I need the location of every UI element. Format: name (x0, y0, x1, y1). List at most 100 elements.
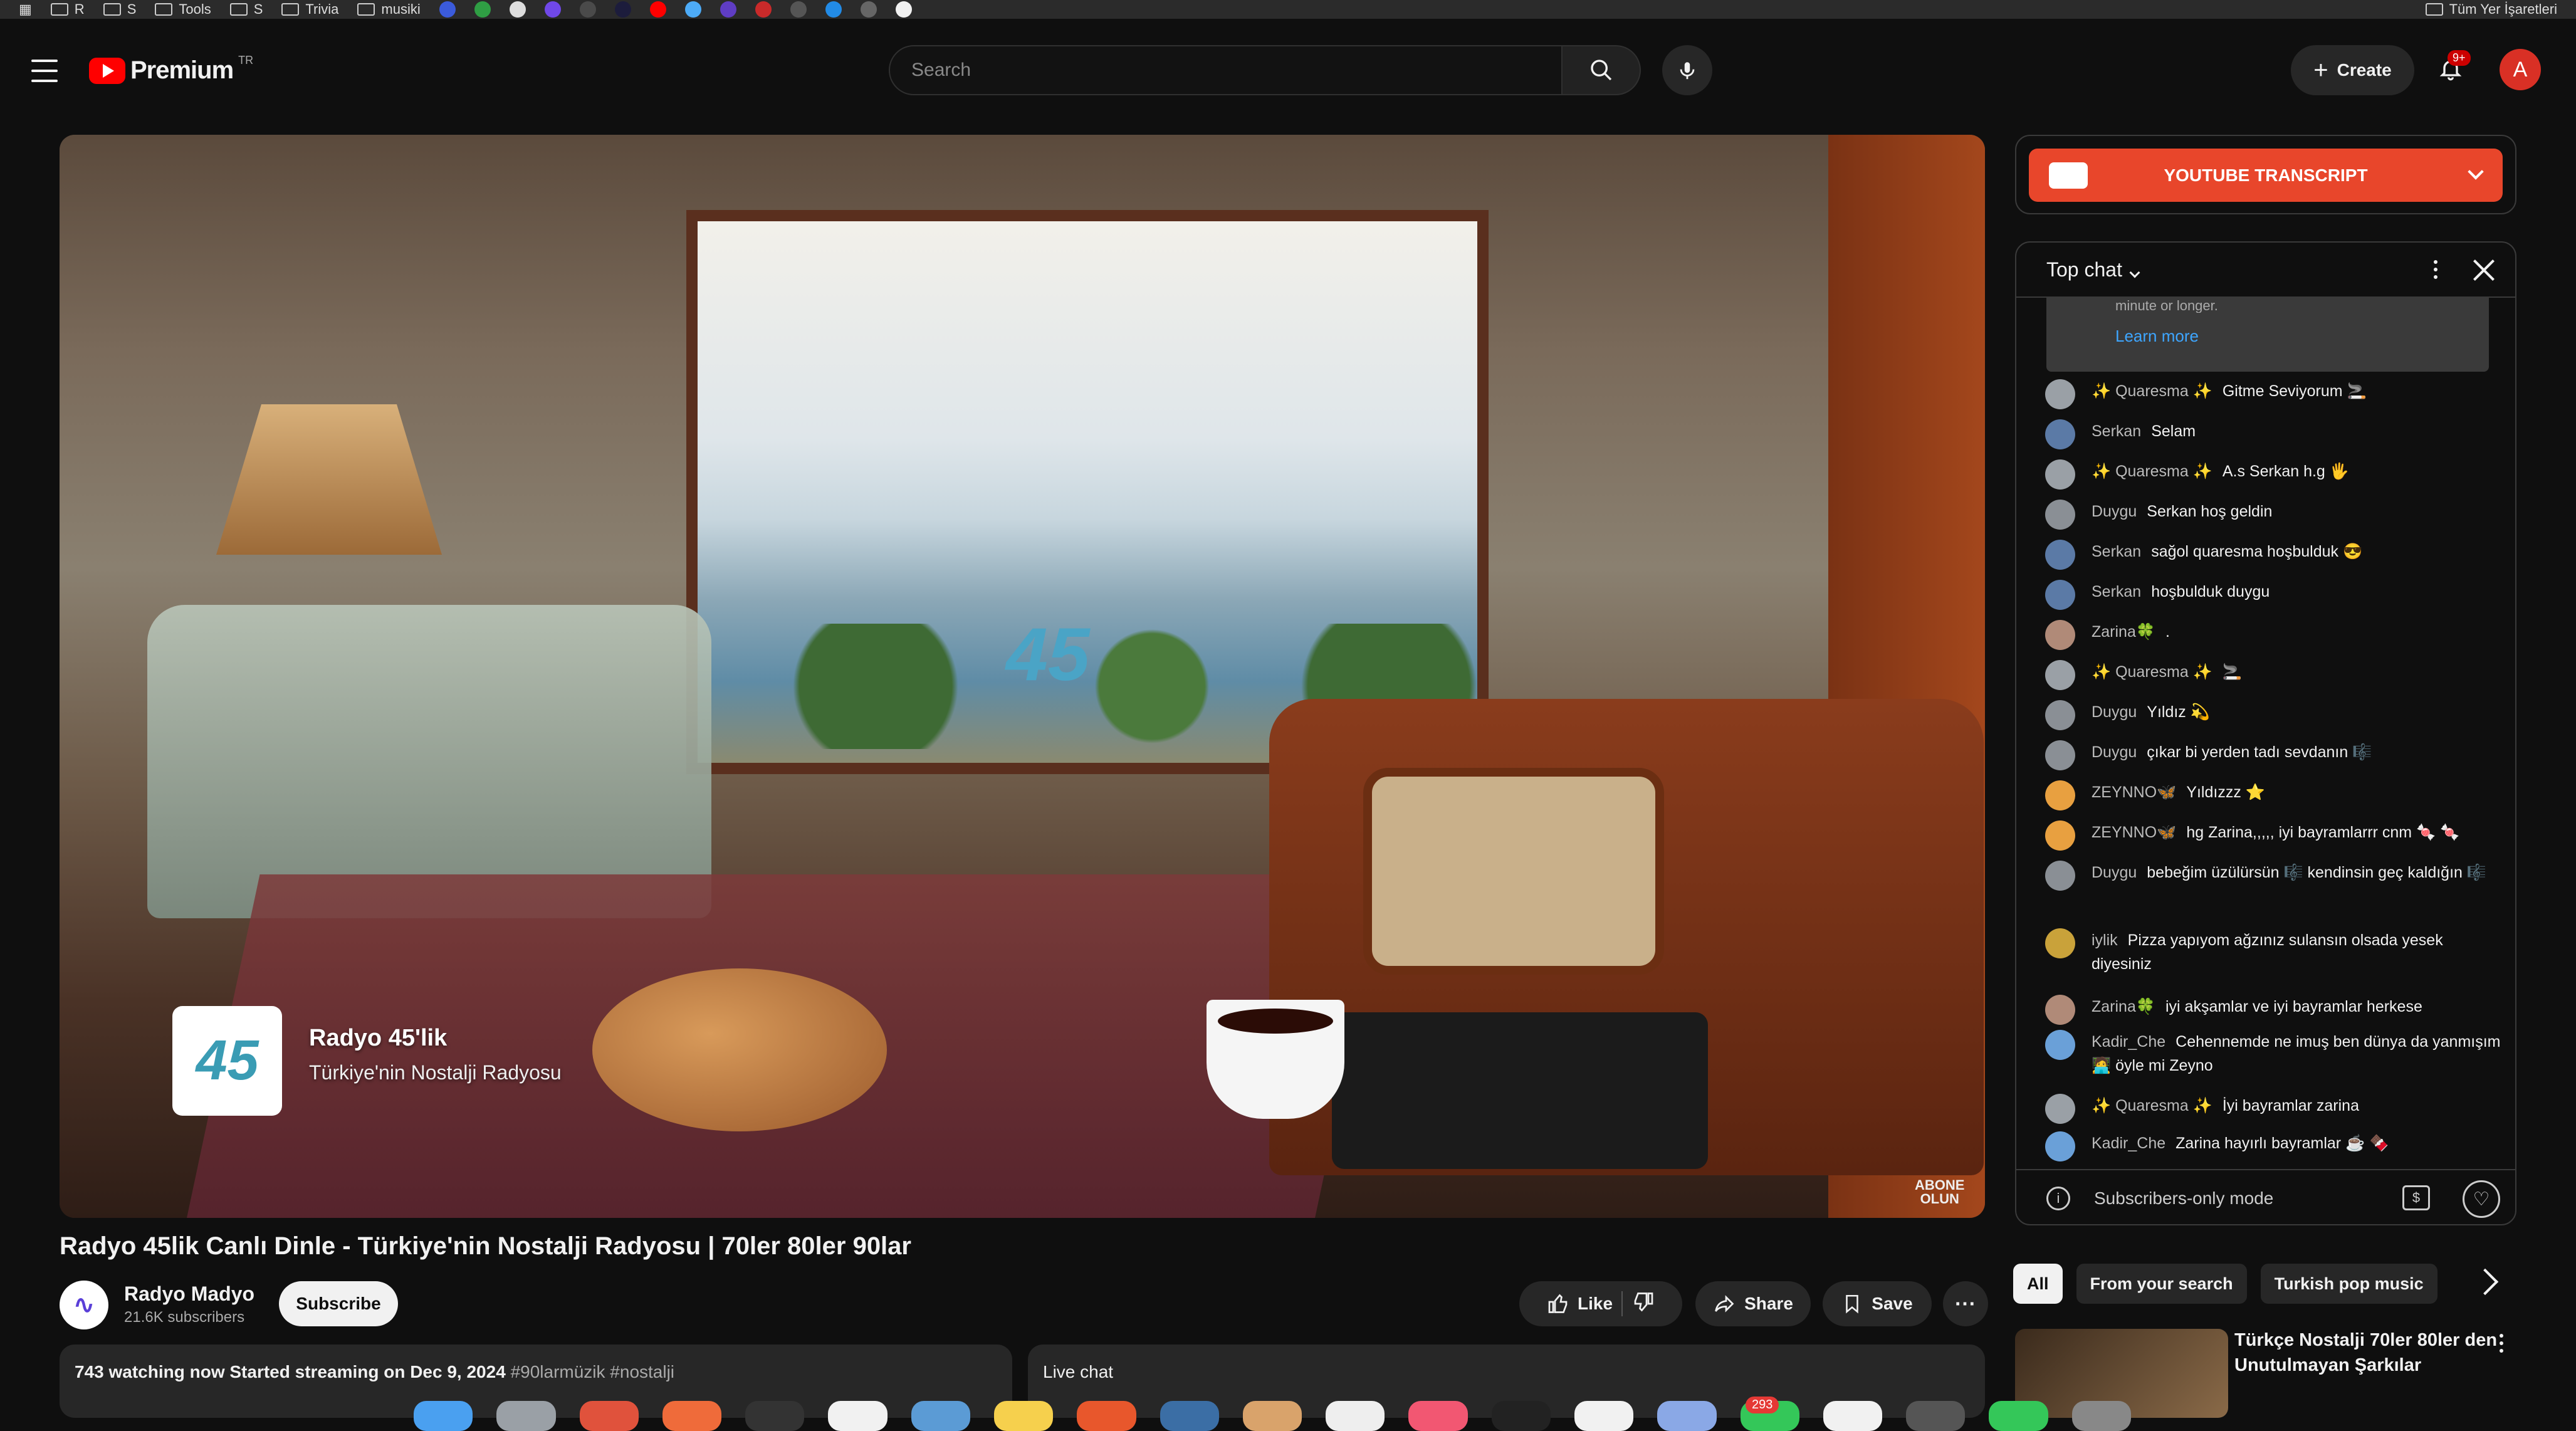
dock-app-icon[interactable] (1574, 1401, 1634, 1431)
avatar[interactable] (2045, 500, 2075, 530)
bookmark-favicon-tumblr[interactable] (579, 1, 596, 18)
voice-search-button[interactable] (1662, 45, 1712, 95)
avatar[interactable] (2045, 620, 2075, 650)
bookmark-folder-trivia[interactable]: Trivia (281, 1, 338, 18)
dock-app-icon[interactable] (1491, 1401, 1551, 1431)
dock-app-icon[interactable] (579, 1401, 639, 1431)
dock-app-icon[interactable] (1160, 1401, 1219, 1431)
avatar[interactable] (2045, 660, 2075, 690)
dock-app-icon[interactable] (828, 1401, 887, 1431)
dislike-button[interactable] (1631, 1291, 1654, 1318)
dock-app-icon[interactable] (2071, 1401, 2131, 1431)
avatar[interactable] (2045, 419, 2075, 449)
apps-grid-icon[interactable]: ▦ (19, 1, 32, 18)
bookmark-favicon-github[interactable] (509, 1, 526, 18)
menu-icon[interactable] (31, 60, 58, 82)
avatar[interactable] (2045, 928, 2075, 958)
chat-author[interactable]: ZEYNNO🦋 (2092, 824, 2176, 841)
chip-turkish-pop-music[interactable]: Turkish pop music (2260, 1264, 2437, 1304)
avatar[interactable] (2045, 1131, 2075, 1161)
dock-app-icon[interactable] (993, 1401, 1054, 1431)
chat-author[interactable]: Duygu (2092, 503, 2137, 520)
video-tags[interactable]: #90larmüzik #nostalji (511, 1362, 674, 1381)
bookmark-folder-s[interactable]: S (103, 1, 136, 18)
dock-app-icon[interactable] (1326, 1401, 1385, 1431)
bookmark-folder-musiki[interactable]: musiki (357, 1, 421, 18)
youtube-transcript-button[interactable]: YOUTUBE TRANSCRIPT (2029, 149, 2503, 202)
share-button[interactable]: Share (1695, 1281, 1811, 1326)
bookmark-favicon-youtube[interactable] (649, 1, 666, 18)
avatar[interactable] (2045, 459, 2075, 490)
chat-author[interactable]: Duygu (2092, 703, 2137, 721)
chip-from-your-search[interactable]: From your search (2076, 1264, 2247, 1304)
bookmark-folder-s2[interactable]: S (229, 1, 263, 18)
bookmark-favicon-diamond[interactable] (825, 1, 842, 18)
super-chat-icon[interactable]: $ (2402, 1185, 2430, 1210)
chip-all[interactable]: All (2013, 1264, 2063, 1304)
chat-author[interactable]: ✨ Quaresma ✨ (2092, 463, 2212, 480)
more-vertical-icon[interactable] (2500, 1334, 2503, 1353)
chat-author[interactable]: ✨ Quaresma ✨ (2092, 382, 2212, 400)
bookmark-favicon-blue[interactable] (684, 1, 701, 18)
dock-app-icon[interactable] (1242, 1401, 1302, 1431)
chat-author[interactable]: Duygu (2092, 864, 2137, 881)
avatar[interactable] (2045, 700, 2075, 730)
avatar[interactable] (2045, 740, 2075, 770)
bookmark-favicon-car[interactable] (860, 1, 877, 18)
avatar[interactable] (2045, 1094, 2075, 1124)
all-bookmarks[interactable]: Tüm Yer İşaretleri (2425, 0, 2557, 19)
chat-author[interactable]: Serkan (2092, 583, 2141, 600)
avatar[interactable] (2045, 1030, 2075, 1060)
dock-app-icon[interactable] (1657, 1401, 1717, 1431)
chat-author[interactable]: Zarina🍀 (2092, 998, 2155, 1015)
dock-app-icon[interactable] (496, 1401, 556, 1431)
youtube-logo[interactable]: Premium TR (89, 54, 253, 85)
dock-app-icon[interactable] (1823, 1401, 1883, 1431)
subscribe-watermark[interactable]: ABONE OLUN (1915, 1178, 1964, 1206)
chat-author[interactable]: Kadir_Che (2092, 1135, 2165, 1152)
dock-app-icon[interactable] (1989, 1401, 2048, 1431)
bookmark-favicon-red[interactable] (755, 1, 772, 18)
dock-app-icon[interactable] (1906, 1401, 1966, 1431)
recommended-video-title[interactable]: Türkçe Nostalji 70ler 80ler den Unutulma… (2234, 1328, 2498, 1378)
info-icon[interactable]: i (2046, 1187, 2070, 1210)
dock-app-icon[interactable] (911, 1401, 970, 1431)
chat-author[interactable]: Zarina🍀 (2092, 623, 2155, 641)
chat-author[interactable]: ✨ Quaresma ✨ (2092, 663, 2212, 681)
chat-author[interactable]: Kadir_Che (2092, 1033, 2165, 1051)
more-actions-button[interactable]: ⋯ (1943, 1281, 1988, 1326)
bookmark-favicon-drop[interactable] (474, 1, 491, 18)
dock-app-icon[interactable] (745, 1401, 805, 1431)
search-button[interactable] (1563, 45, 1641, 95)
bookmark-favicon-grey[interactable] (790, 1, 807, 18)
bookmark-folder-tools[interactable]: Tools (155, 1, 211, 18)
channel-name[interactable]: Radyo Madyo (124, 1282, 254, 1306)
avatar[interactable] (2045, 580, 2075, 610)
avatar[interactable] (2045, 820, 2075, 851)
chat-author[interactable]: Duygu (2092, 743, 2137, 761)
search-input[interactable]: Search (889, 45, 1563, 95)
bookmark-favicon-google[interactable] (895, 1, 912, 18)
avatar[interactable] (2045, 540, 2075, 570)
avatar[interactable] (2045, 780, 2075, 810)
close-icon[interactable] (2473, 259, 2495, 281)
avatar[interactable] (2045, 995, 2075, 1025)
bookmark-favicon-twitch[interactable] (720, 1, 736, 18)
dock-app-icon[interactable] (414, 1401, 473, 1431)
dock-app-icon[interactable] (662, 1401, 722, 1431)
more-vertical-icon[interactable] (2434, 260, 2437, 279)
account-avatar[interactable]: A (2500, 49, 2541, 90)
bookmark-favicon-purple[interactable] (544, 1, 561, 18)
bookmark-favicon-m[interactable] (439, 1, 456, 18)
chat-mode-dropdown[interactable]: Top chat (2046, 258, 2140, 281)
avatar[interactable] (2045, 379, 2075, 409)
dock-app-icon[interactable] (1077, 1401, 1136, 1431)
chat-author[interactable]: Serkan (2092, 422, 2141, 440)
like-button[interactable]: Like (1547, 1292, 1613, 1315)
chat-author[interactable]: iylik (2092, 931, 2118, 949)
avatar[interactable] (2045, 861, 2075, 891)
chevron-right-icon[interactable] (2471, 1268, 2499, 1296)
dock-app-icon[interactable] (1408, 1401, 1468, 1431)
heart-icon[interactable]: ♡ (2463, 1180, 2500, 1218)
subscribe-button[interactable]: Subscribe (279, 1281, 398, 1326)
